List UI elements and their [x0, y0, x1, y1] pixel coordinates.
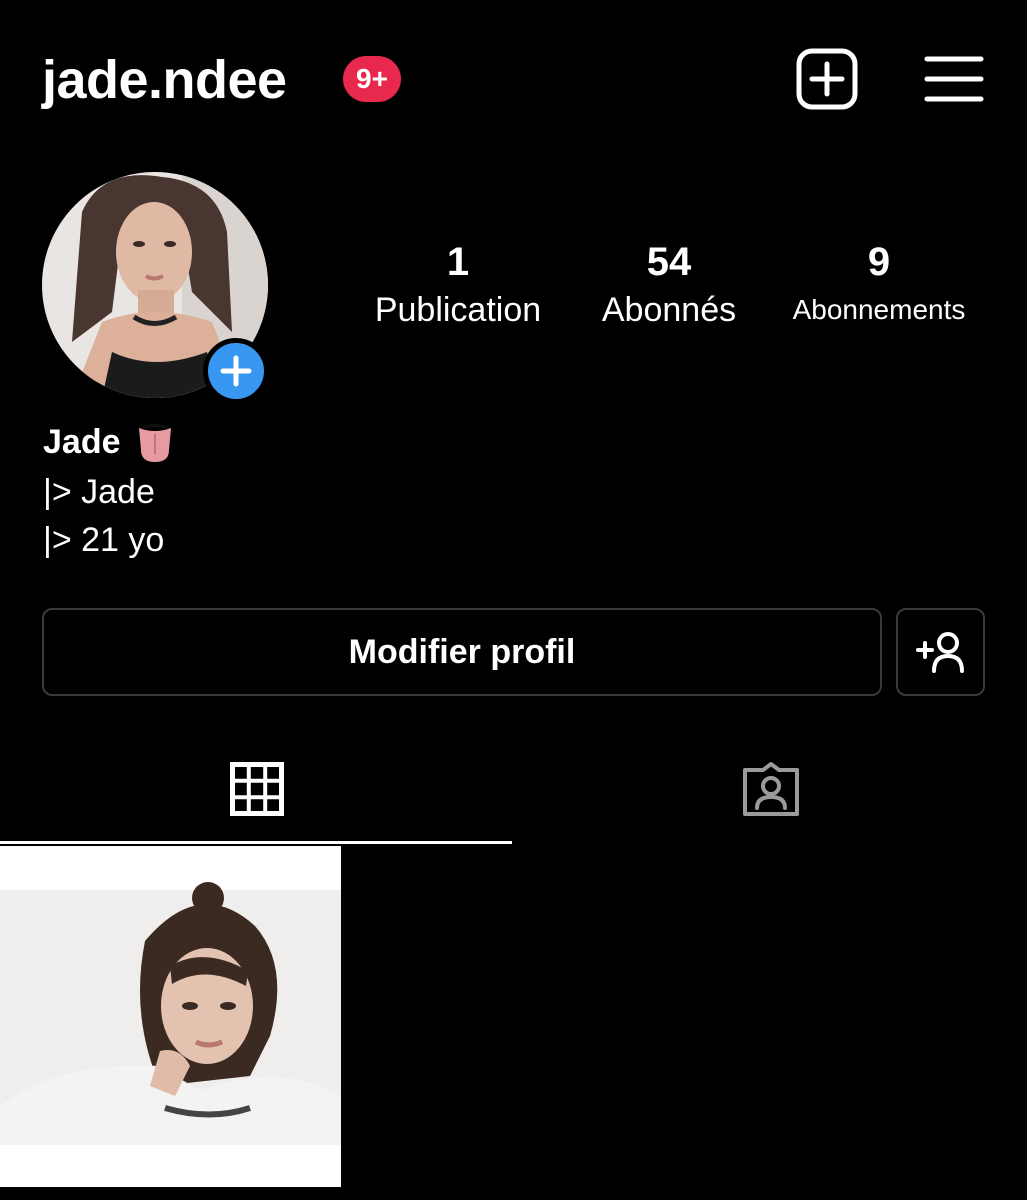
following-count[interactable]: 9 Abonnements [778, 236, 980, 332]
tagged-person-icon [743, 762, 799, 816]
bio-line: |> 21 yo [43, 521, 165, 559]
display-name: Jade [43, 423, 121, 461]
edit-profile-button[interactable]: Modifier profil [42, 608, 882, 696]
grid-icon [230, 762, 284, 816]
active-tab-indicator [0, 841, 512, 844]
add-person-icon [915, 632, 964, 673]
tab-posts-grid[interactable] [0, 740, 512, 844]
add-story-button[interactable] [203, 338, 269, 404]
followers-count-value: 54 [646, 240, 692, 284]
tongue-face-emoji-icon [136, 424, 173, 462]
post-thumbnail[interactable] [0, 846, 341, 1187]
profile-username[interactable]: jade.ndee [42, 48, 287, 112]
display-name-row: Jade [43, 420, 177, 464]
notification-badge[interactable]: 9+ [343, 56, 401, 102]
tab-tagged[interactable] [515, 740, 1027, 844]
posts-count-value: 1 [446, 240, 470, 284]
discover-people-button[interactable] [896, 608, 985, 696]
posts-count[interactable]: 1 Publication [358, 236, 558, 332]
bio-line: |> Jade [43, 473, 155, 511]
selfie-photo [0, 846, 341, 1187]
hamburger-menu-icon[interactable] [924, 54, 984, 104]
followers-count[interactable]: 54 Abonnés [582, 236, 756, 332]
posts-count-label: Publication [374, 291, 542, 329]
following-count-label: Abonnements [792, 294, 966, 325]
followers-count-label: Abonnés [601, 291, 737, 329]
following-count-value: 9 [867, 240, 891, 284]
plus-icon [220, 355, 252, 387]
plus-square-icon[interactable] [796, 48, 858, 110]
